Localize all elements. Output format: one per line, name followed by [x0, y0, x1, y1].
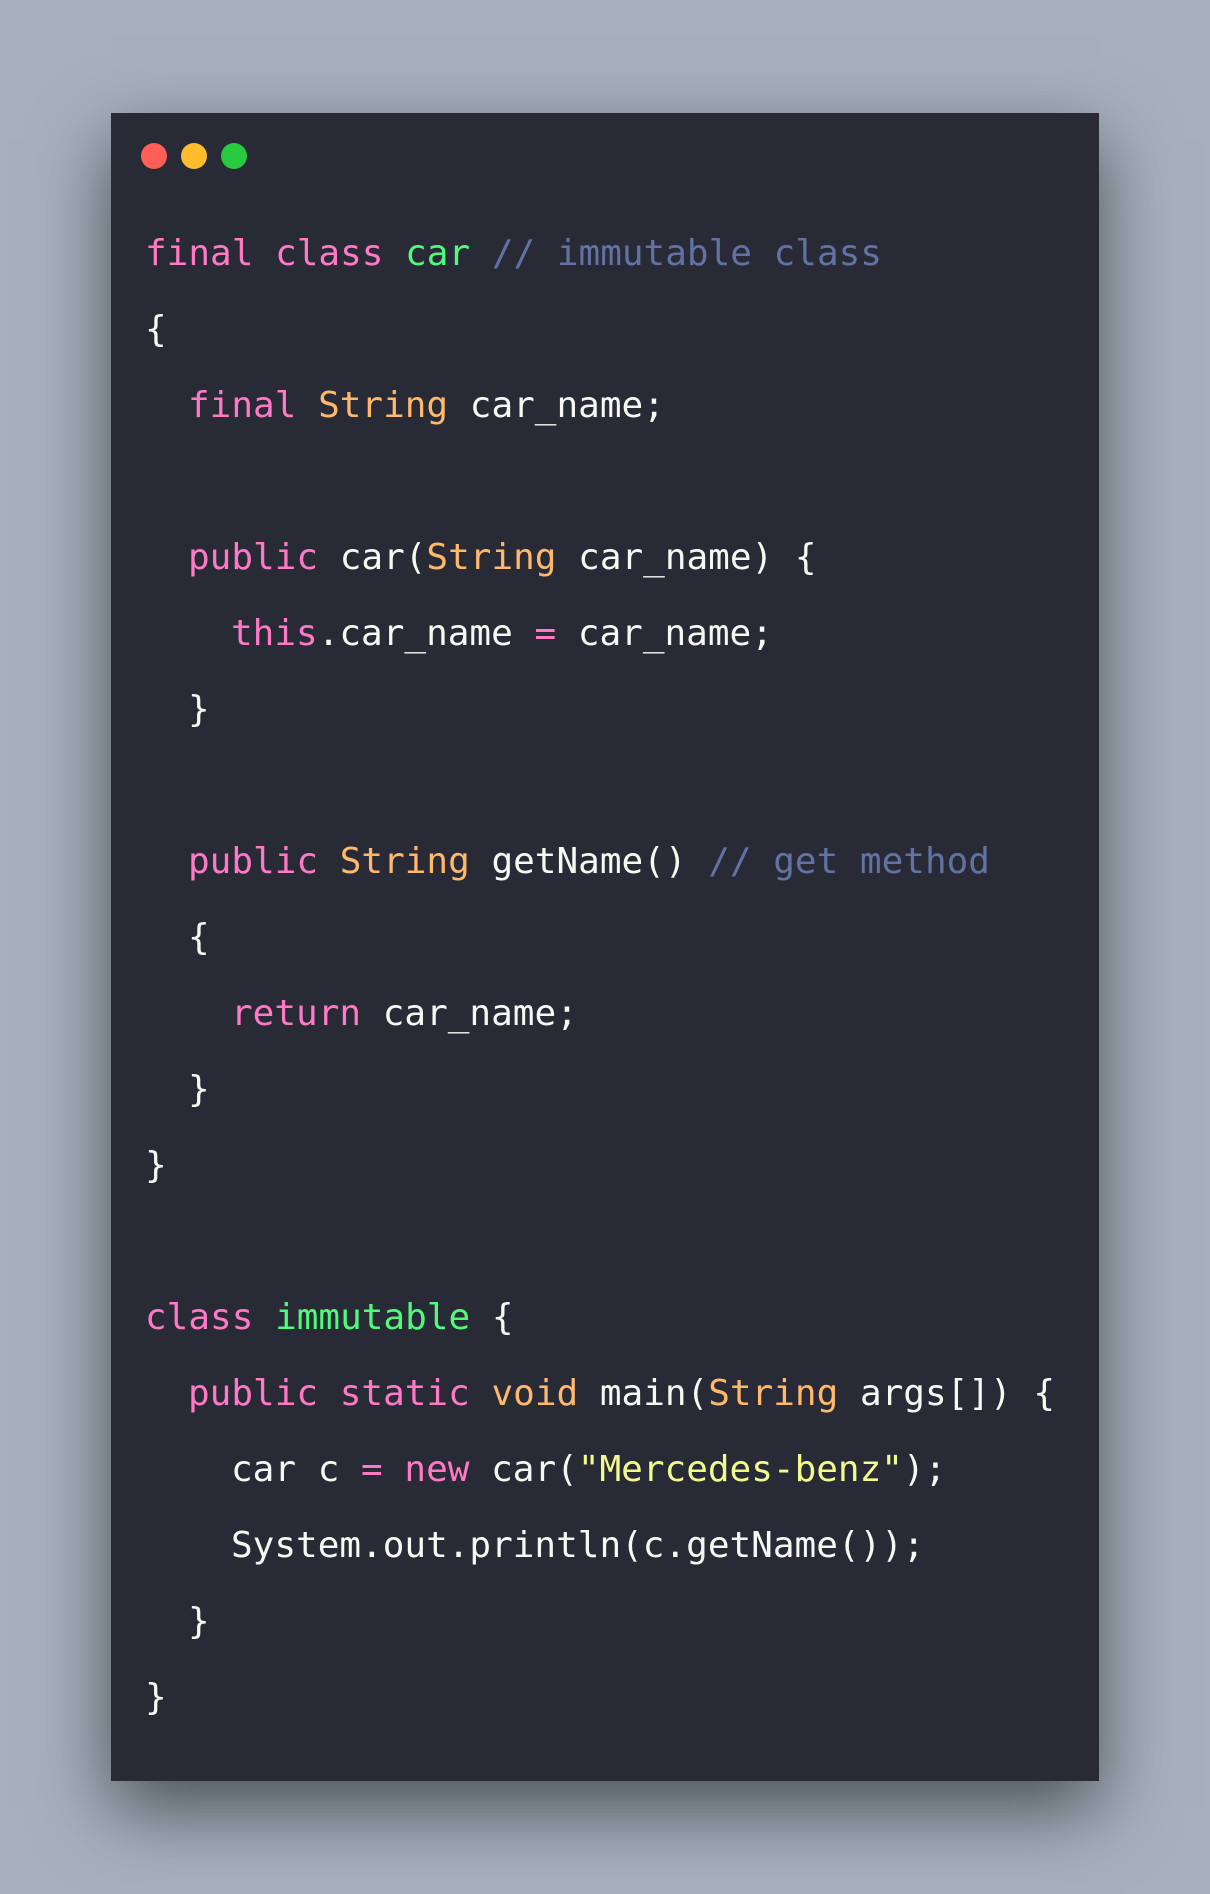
code-line: }: [145, 1584, 1055, 1660]
code-line: public String getName() // get method: [145, 824, 1055, 900]
maximize-window-button[interactable]: [221, 143, 247, 169]
code-line: System.out.println(c.getName());: [145, 1508, 1055, 1584]
code-token: void: [491, 1373, 579, 1414]
code-token: public: [188, 537, 319, 578]
code-token: public: [188, 1373, 319, 1414]
code-line: final String car_name;: [145, 368, 1055, 444]
code-token: String: [426, 537, 557, 578]
code-token: String: [339, 841, 470, 882]
code-token: car_name) {: [556, 537, 817, 578]
code-token: class: [275, 233, 384, 274]
code-line: }: [145, 672, 1055, 748]
code-token: final: [145, 233, 254, 274]
code-window: final class car // immutable class { final…: [111, 113, 1099, 1781]
code-line: }: [145, 1128, 1055, 1204]
code-token: }: [188, 1601, 210, 1642]
code-token: =: [534, 613, 557, 654]
code-token: this: [231, 613, 318, 654]
code-line: this.car_name = car_name;: [145, 596, 1055, 672]
code-token: }: [145, 1677, 167, 1718]
code-line: car c = new car("Mercedes-benz");: [145, 1432, 1055, 1508]
code-token: // get method: [708, 841, 990, 882]
code-token: System.out.println(c.getName());: [231, 1525, 925, 1566]
code-line: return car_name;: [145, 976, 1055, 1052]
code-token: // immutable class: [491, 233, 882, 274]
code-line: {: [145, 900, 1055, 976]
code-token: immutable: [275, 1297, 471, 1338]
code-token: args[]) {: [838, 1373, 1056, 1414]
code-token: car(: [469, 1449, 578, 1490]
code-token: String: [708, 1373, 839, 1414]
code-token: public: [188, 841, 319, 882]
code-line: }: [145, 1660, 1055, 1736]
code-token: car(: [318, 537, 427, 578]
code-token: }: [188, 1069, 210, 1110]
code-token: car_name;: [361, 993, 578, 1034]
code-token: {: [470, 1297, 514, 1338]
code-token: }: [188, 689, 210, 730]
code-token: static: [339, 1373, 470, 1414]
code-token: =: [361, 1449, 383, 1490]
code-token: car: [405, 233, 471, 274]
code-token: final: [188, 385, 297, 426]
code-token: car_name;: [448, 385, 665, 426]
close-window-button[interactable]: [141, 143, 167, 169]
code-token: );: [902, 1449, 947, 1490]
code-token: car c: [231, 1449, 362, 1490]
code-block: final class car // immutable class { final…: [145, 216, 1055, 1736]
code-token: car_name;: [556, 613, 773, 654]
code-token: main(: [578, 1373, 709, 1414]
code-line: {: [145, 292, 1055, 368]
code-token: String: [318, 385, 449, 426]
code-token: class: [145, 1297, 254, 1338]
code-token: "Mercedes-benz": [577, 1449, 903, 1490]
minimize-window-button[interactable]: [181, 143, 207, 169]
code-token: return: [231, 993, 362, 1034]
code-token: new: [404, 1449, 470, 1490]
code-line: public static void main(String args[]) {: [145, 1356, 1055, 1432]
code-token: }: [145, 1145, 167, 1186]
code-token: getName(): [469, 841, 709, 882]
code-token: .car_name: [317, 613, 535, 654]
code-line: final class car // immutable class: [145, 216, 1055, 292]
code-line: public car(String car_name) {: [145, 520, 1055, 596]
window-controls: [141, 143, 247, 169]
code-line: class immutable {: [145, 1280, 1055, 1356]
code-line: }: [145, 1052, 1055, 1128]
code-token: {: [188, 917, 210, 958]
code-token: {: [145, 309, 167, 350]
